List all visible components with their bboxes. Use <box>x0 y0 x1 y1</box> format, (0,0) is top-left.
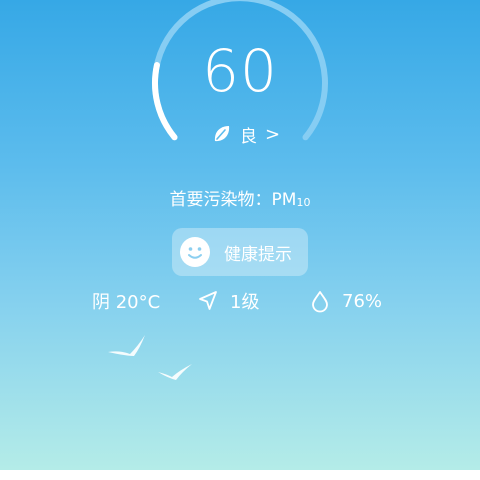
smile-icon <box>180 237 210 267</box>
aqi-level-label: 良 <box>240 126 257 147</box>
primary-pollutant-label: 首要污染物： <box>169 190 272 210</box>
weather-temperature-text: 阴 20°C <box>92 292 161 313</box>
seagull-2 <box>158 364 192 380</box>
weather-condition: 阴 20°C <box>92 288 160 314</box>
chevron-right-icon: > <box>265 123 281 145</box>
health-tips-label: 健康提示 <box>224 244 292 265</box>
primary-pollutant-name: PM <box>271 190 297 210</box>
wind-stat: 1级 <box>196 288 259 314</box>
weather-stats: 阴 20°C 1级 76% <box>0 288 480 314</box>
aqi-level-link[interactable]: 良 > <box>210 122 281 147</box>
primary-pollutant-subscript: 10 <box>296 196 311 209</box>
primary-pollutant: 首要污染物：PM10 <box>0 188 480 214</box>
seagull-1 <box>108 335 145 356</box>
humidity-stat: 76% <box>308 288 382 314</box>
aqi-value: 60 <box>202 37 278 105</box>
health-tips-button[interactable]: 健康提示 <box>172 228 308 276</box>
wind-direction-icon <box>199 291 217 310</box>
water-drop-icon <box>312 291 328 313</box>
humidity-value: 76% <box>342 290 383 312</box>
wind-level: 1级 <box>230 292 260 313</box>
leaf-icon <box>214 126 230 142</box>
bottom-strip <box>0 470 480 480</box>
seagulls-decoration <box>108 335 192 380</box>
